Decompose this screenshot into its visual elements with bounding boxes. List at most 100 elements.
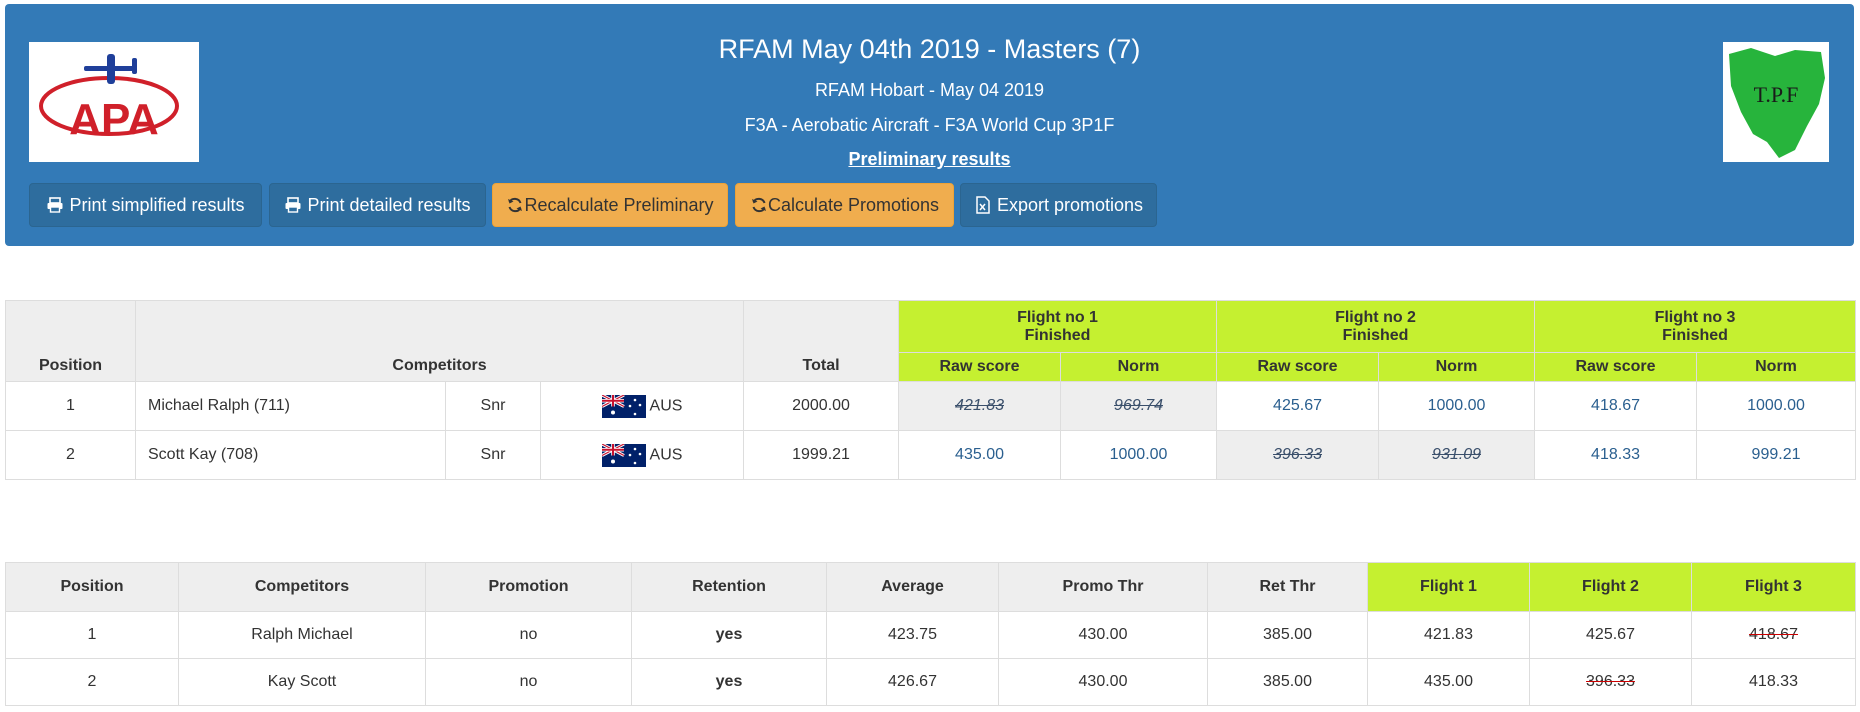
event-header: APA T.P.F RFAM May 04th 2019 - Masters (… xyxy=(5,4,1854,246)
flight-3-norm-cell: 1000.00 xyxy=(1696,381,1857,431)
refresh-icon xyxy=(506,196,524,214)
event-title: RFAM May 04th 2019 - Masters (7) xyxy=(718,34,1141,64)
promo-flight-2-cell: 425.67 xyxy=(1529,611,1692,659)
competitors-header: Competitors xyxy=(134,300,745,382)
promo-name-cell: Kay Scott xyxy=(178,658,426,706)
print-icon xyxy=(46,196,64,214)
ret-thr-cell: 385.00 xyxy=(1207,658,1368,706)
promo-flight-1-cell: 421.83 xyxy=(1367,611,1530,659)
flight-2-norm-cell: 931.09 xyxy=(1378,430,1536,480)
flight-2-status: Finished xyxy=(1342,326,1409,344)
flight-2-raw-cell: 396.33 xyxy=(1216,430,1380,480)
average-cell: 426.67 xyxy=(826,658,999,706)
table-row: 1 Michael Ralph (711) Snr AUS 2000.00 42… xyxy=(5,381,1857,431)
promo-flight-2-header: Flight 2 xyxy=(1529,562,1692,612)
promotion-header: Promotion xyxy=(425,562,632,612)
promotion-cell: no xyxy=(425,611,632,659)
position-cell: 2 xyxy=(5,430,136,480)
promo-position-cell: 1 xyxy=(5,611,179,659)
flight-1-norm-header: Norm xyxy=(1060,352,1218,382)
ret-thr-cell: 385.00 xyxy=(1207,611,1368,659)
competitor-name: Michael Ralph (711) xyxy=(135,381,446,431)
flight-1-norm-cell: 1000.00 xyxy=(1060,430,1218,480)
competitor-country: AUS xyxy=(539,381,745,431)
competitor-name: Scott Kay (708) xyxy=(135,430,446,480)
promo-flight-3-cell: 418.67 xyxy=(1691,611,1856,659)
promo-flight-1-cell: 435.00 xyxy=(1367,658,1530,706)
calculate-promotions-label: Calculate Promotions xyxy=(767,194,940,215)
promo-thr-cell: 430.00 xyxy=(998,658,1208,706)
promo-position-cell: 2 xyxy=(5,658,179,706)
average-header: Average xyxy=(826,562,999,612)
promo-name-cell: Ralph Michael xyxy=(178,611,426,659)
flight-1-header: Flight no 1 Finished xyxy=(898,300,1218,353)
country-code: AUS xyxy=(649,397,683,415)
promo-thr-header: Promo Thr xyxy=(998,562,1208,612)
flight-1-norm-cell: 969.74 xyxy=(1060,381,1218,431)
print-simplified-label: Print simplified results xyxy=(69,194,245,215)
print-detailed-label: Print detailed results xyxy=(307,194,471,215)
total-cell: 2000.00 xyxy=(743,381,900,431)
refresh-icon xyxy=(750,196,768,214)
average-cell: 423.75 xyxy=(826,611,999,659)
ret-thr-header: Ret Thr xyxy=(1207,562,1368,612)
flight-1-name: Flight no 1 xyxy=(1017,308,1098,326)
position-header: Position xyxy=(5,300,136,382)
australia-flag-icon xyxy=(601,394,646,418)
flight-1-status: Finished xyxy=(1024,326,1091,344)
country-code: AUS xyxy=(649,446,683,464)
flight-3-norm-cell: 999.21 xyxy=(1696,430,1857,480)
flight-3-raw-cell: 418.33 xyxy=(1534,430,1698,480)
event-subtitle: RFAM Hobart - May 04 2019 xyxy=(814,80,1045,100)
print-detailed-button[interactable]: Print detailed results xyxy=(269,183,486,227)
flight-1-raw-cell: 421.83 xyxy=(898,381,1062,431)
flight-2-header: Flight no 2 Finished xyxy=(1216,300,1536,353)
promo-thr-cell: 430.00 xyxy=(998,611,1208,659)
excel-file-icon xyxy=(974,196,992,214)
recalculate-preliminary-label: Recalculate Preliminary xyxy=(524,194,714,215)
promo-position-header: Position xyxy=(5,562,179,612)
retention-cell: yes xyxy=(631,611,827,659)
table-row: 1 Ralph Michael no yes 423.75 430.00 385… xyxy=(5,611,1856,659)
flight-3-raw-cell: 418.67 xyxy=(1534,381,1698,431)
flight-2-norm-cell: 1000.00 xyxy=(1378,381,1536,431)
print-icon xyxy=(284,196,302,214)
flight-3-norm-header: Norm xyxy=(1696,352,1857,382)
flight-1-raw-cell: 435.00 xyxy=(898,430,1062,480)
retention-cell: yes xyxy=(631,658,827,706)
print-simplified-button[interactable]: Print simplified results xyxy=(29,183,262,227)
event-category: F3A - Aerobatic Aircraft - F3A World Cup… xyxy=(744,115,1115,135)
promo-flight-1-header: Flight 1 xyxy=(1367,562,1530,612)
flight-2-raw-cell: 425.67 xyxy=(1216,381,1380,431)
results-table: Position Competitors Total Flight no 1 F… xyxy=(5,300,1857,480)
flight-2-norm-header: Norm xyxy=(1378,352,1536,382)
competitor-class: Snr xyxy=(445,381,541,431)
flight-3-status: Finished xyxy=(1662,326,1728,344)
flight-2-name: Flight no 2 xyxy=(1335,308,1416,326)
flight-3-header: Flight no 3 Finished xyxy=(1534,300,1857,353)
promotion-cell: no xyxy=(425,658,632,706)
retention-header: Retention xyxy=(631,562,827,612)
australia-flag-icon xyxy=(601,443,646,467)
promotions-table: Position Competitors Promotion Retention… xyxy=(5,562,1856,706)
promo-flight-3-cell: 418.33 xyxy=(1691,658,1856,706)
table-row: 2 Kay Scott no yes 426.67 430.00 385.00 … xyxy=(5,658,1856,706)
table-row: 2 Scott Kay (708) Snr AUS 1999.21 435.00… xyxy=(5,430,1857,480)
recalculate-preliminary-button[interactable]: Recalculate Preliminary xyxy=(492,183,728,227)
promo-competitors-header: Competitors xyxy=(178,562,426,612)
preliminary-results-label: Preliminary results xyxy=(848,149,1011,169)
export-promotions-label: Export promotions xyxy=(996,194,1144,215)
flight-2-raw-header: Raw score xyxy=(1216,352,1380,382)
competitor-country: AUS xyxy=(539,430,745,480)
flight-3-raw-header: Raw score xyxy=(1534,352,1698,382)
promo-flight-2-cell: 396.33 xyxy=(1529,658,1692,706)
position-cell: 1 xyxy=(5,381,136,431)
promo-flight-3-header: Flight 3 xyxy=(1691,562,1856,612)
competitor-class: Snr xyxy=(445,430,541,480)
calculate-promotions-button[interactable]: Calculate Promotions xyxy=(735,183,954,227)
total-header: Total xyxy=(743,300,900,382)
flight-1-raw-header: Raw score xyxy=(898,352,1062,382)
flight-3-name: Flight no 3 xyxy=(1654,308,1736,326)
total-cell: 1999.21 xyxy=(743,430,900,480)
export-promotions-button[interactable]: Export promotions xyxy=(960,183,1157,227)
